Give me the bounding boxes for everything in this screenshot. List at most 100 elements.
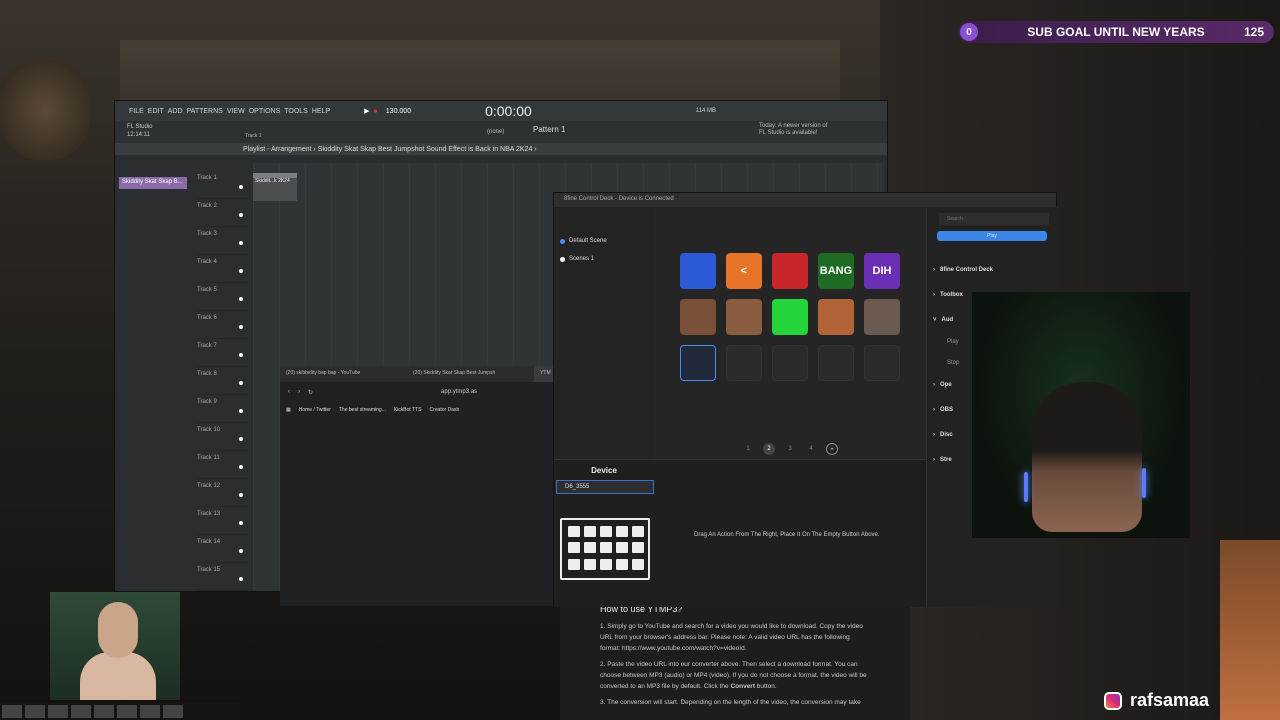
tab-youtube-2[interactable]: (20) Skiddity Skat Skap Best Jumpsh <box>407 366 534 382</box>
category-open[interactable]: › Ope <box>933 382 952 388</box>
deck-button[interactable] <box>772 253 808 289</box>
track-header[interactable]: Track 15 <box>197 563 249 591</box>
track-header[interactable]: Track 11 <box>197 451 249 479</box>
device-layout-icon <box>560 518 650 580</box>
action-stop[interactable]: Stop <box>933 360 959 366</box>
background-lamp <box>0 60 90 160</box>
category-discord[interactable]: › Disc <box>933 432 953 438</box>
page-button[interactable]: 4 <box>805 443 817 455</box>
url-field[interactable]: app.ytmp3.as <box>441 389 477 395</box>
reload-icon[interactable]: ↻ <box>308 389 313 396</box>
menu-file[interactable]: FILE <box>129 108 144 115</box>
track-header[interactable]: Track 5 <box>197 283 249 311</box>
play-icon[interactable]: ▶ <box>364 107 369 115</box>
taskbar-app[interactable] <box>94 705 114 718</box>
instagram-icon <box>1104 691 1122 710</box>
tab-youtube-1[interactable]: (20) skibbidity bap bap - YouTube <box>280 366 407 382</box>
track-header[interactable]: Track 3 <box>197 227 249 255</box>
track-header[interactable]: Track 8 <box>197 367 249 395</box>
tab-ytmp3[interactable]: YTM <box>534 366 554 382</box>
deck-button[interactable]: < <box>726 253 762 289</box>
action-search[interactable]: Search <box>939 213 1049 225</box>
taskbar-app[interactable] <box>71 705 91 718</box>
channel-clip[interactable]: Skiddity Skat Skap B... <box>119 177 187 189</box>
track-header[interactable]: Track 1 <box>197 171 249 199</box>
taskbar-app[interactable] <box>163 705 183 718</box>
menu-edit[interactable]: EDIT <box>148 108 164 115</box>
category-control-deck[interactable]: › 8fine Control Deck <box>933 267 993 273</box>
empty-deck-button[interactable] <box>864 345 900 381</box>
category-obs[interactable]: › OBS <box>933 407 953 413</box>
deck-button[interactable] <box>680 253 716 289</box>
bookmark-kickbot[interactable]: KickBot TTS <box>394 407 422 413</box>
menu-view[interactable]: VIEW <box>227 108 245 115</box>
drag-hint: Drag An Action From The Right, Place It … <box>694 532 880 538</box>
menu-patterns[interactable]: PATTERNS <box>187 108 223 115</box>
record-icon[interactable]: ● <box>374 108 378 115</box>
deck-button[interactable] <box>726 299 762 335</box>
page-button[interactable]: 3 <box>784 443 796 455</box>
device-select[interactable]: D6_3555 <box>556 480 654 494</box>
browser-tabs: (20) skibbidity bap bap - YouTube (20) S… <box>280 366 554 382</box>
category-toolbox[interactable]: › Toolbox <box>933 292 963 298</box>
page-button[interactable]: 2 <box>763 443 775 455</box>
track-header[interactable]: Track 12 <box>197 479 249 507</box>
headphone-light-right <box>1142 468 1146 498</box>
taskbar-app[interactable] <box>2 705 22 718</box>
taskbar-app[interactable] <box>140 705 160 718</box>
taskbar-app[interactable] <box>48 705 68 718</box>
track-header[interactable]: Track 13 <box>197 507 249 535</box>
forward-icon[interactable]: › <box>298 389 300 395</box>
play-action-chip[interactable]: Play <box>937 231 1047 241</box>
deck-button-grid: < BANG DIH 1 2 3 4 + <box>654 207 926 459</box>
track-header[interactable]: Track 7 <box>197 339 249 367</box>
taskbar <box>0 703 240 720</box>
add-page-button[interactable]: + <box>826 443 838 455</box>
fl-app-label: FL Studio 12:14:11 <box>127 124 153 138</box>
deck-button[interactable] <box>818 299 854 335</box>
page-button[interactable]: 1 <box>742 443 754 455</box>
empty-deck-button[interactable] <box>818 345 854 381</box>
fl-menu-bar: FILE EDIT ADD PATTERNS VIEW OPTIONS TOOL… <box>115 101 887 121</box>
pattern-selector[interactable]: Pattern 1 <box>533 125 565 134</box>
scene-default[interactable]: Default Scene <box>554 235 654 247</box>
menu-options[interactable]: OPTIONS <box>249 108 281 115</box>
deck-button[interactable] <box>680 299 716 335</box>
handle-text: rafsamaa <box>1130 690 1210 710</box>
sub-goal-bar: 0 SUB GOAL UNTIL NEW YEARS 125 <box>958 21 1274 43</box>
menu-add[interactable]: ADD <box>168 108 183 115</box>
track-header[interactable]: Track 2 <box>197 199 249 227</box>
taskbar-app[interactable] <box>117 705 137 718</box>
audio-clip[interactable]: Skiddit...k 2K24 <box>253 173 297 201</box>
taskbar-app[interactable] <box>25 705 45 718</box>
track-header[interactable]: Track 10 <box>197 423 249 451</box>
track-header[interactable]: Track 6 <box>197 311 249 339</box>
empty-deck-button[interactable] <box>726 345 762 381</box>
deck-button[interactable]: DIH <box>864 253 900 289</box>
tempo-display[interactable]: 130.000 <box>386 108 411 115</box>
menu-tools[interactable]: TOOLS <box>284 108 308 115</box>
action-play[interactable]: Play <box>933 339 959 345</box>
track-hint: Track 1 <box>245 133 262 139</box>
deck-button[interactable] <box>772 299 808 335</box>
category-audio[interactable]: ˅ Aud <box>933 317 953 323</box>
none-label: (none) <box>487 129 505 135</box>
deck-button[interactable] <box>864 299 900 335</box>
bookmark-twitter[interactable]: Home / Twitter <box>299 407 331 413</box>
time-display: 0:00:00 <box>485 103 532 119</box>
scene-1[interactable]: Scenes 1 <box>554 253 654 265</box>
menu-help[interactable]: HELP <box>312 108 330 115</box>
track-header[interactable]: Track 9 <box>197 395 249 423</box>
bookmark-streaming[interactable]: The best streaming... <box>339 407 386 413</box>
back-icon[interactable]: ‹ <box>288 389 290 395</box>
bookmark-creator[interactable]: Creator Dash <box>430 407 460 413</box>
category-stream[interactable]: › Stre <box>933 457 952 463</box>
playlist-header: Playlist - Arrangement › Skiddity Skat S… <box>115 143 887 155</box>
deck-button[interactable]: BANG <box>818 253 854 289</box>
track-header[interactable]: Track 4 <box>197 255 249 283</box>
empty-deck-button[interactable] <box>680 345 716 381</box>
track-header[interactable]: Track 14 <box>197 535 249 563</box>
empty-deck-button[interactable] <box>772 345 808 381</box>
apps-icon[interactable]: ▦ <box>286 407 291 413</box>
update-notice[interactable]: Today: A newer version of FL Studio is a… <box>759 123 829 137</box>
